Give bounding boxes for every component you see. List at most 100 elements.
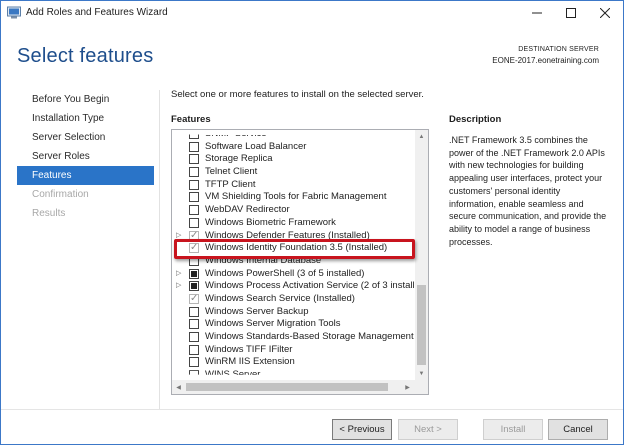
feature-row[interactable]: WebDAV Redirector — [172, 204, 416, 217]
feature-checkbox[interactable] — [189, 306, 199, 317]
feature-checkbox[interactable] — [189, 281, 199, 292]
feature-checkbox[interactable] — [189, 344, 199, 355]
feature-row[interactable]: Software Load Balancer — [172, 141, 416, 154]
feature-label: Windows Biometric Framework — [205, 216, 336, 228]
feature-label: Storage Replica — [205, 153, 273, 165]
feature-label: Windows Standards-Based Storage Manageme… — [205, 331, 414, 342]
feature-checkbox[interactable] — [189, 192, 199, 203]
feature-row[interactable]: ▷ Windows Process Activation Service (2 o… — [172, 280, 416, 293]
feature-row[interactable]: SNMP Service — [172, 130, 416, 141]
feature-row[interactable]: Windows Standards-Based Storage Manageme… — [172, 331, 416, 344]
feature-label: Telnet Client — [205, 166, 258, 178]
description-text: .NET Framework 3.5 combines the power of… — [449, 135, 607, 247]
feature-row[interactable]: Telnet Client — [172, 166, 416, 179]
feature-checkbox[interactable] — [189, 179, 199, 190]
maximize-button[interactable] — [554, 1, 588, 25]
feature-label: WINS Server — [205, 369, 261, 380]
features-tree-list[interactable]: SNMP Service Software Load Balancer Storag… — [171, 129, 429, 395]
feature-row[interactable]: WINS Server — [172, 369, 416, 380]
vertical-scroll-thumb[interactable] — [417, 285, 426, 365]
nav-item-features[interactable]: Features — [17, 166, 154, 185]
feature-row[interactable]: Windows Search Service (Installed) — [172, 293, 416, 306]
feature-label: WinRM IIS Extension — [205, 356, 295, 368]
close-button[interactable] — [588, 1, 622, 25]
features-heading: Features — [171, 114, 211, 125]
scroll-up-icon[interactable]: ▲ — [415, 130, 428, 143]
maximize-icon — [566, 8, 576, 18]
feature-checkbox[interactable] — [189, 141, 199, 152]
feature-label: Windows Process Activation Service (2 of… — [205, 280, 416, 292]
highlight-box — [174, 239, 415, 259]
scroll-left-icon[interactable]: ◀ — [172, 380, 185, 394]
feature-row[interactable]: Storage Replica — [172, 153, 416, 166]
feature-checkbox[interactable] — [189, 134, 199, 139]
feature-row[interactable]: Windows Server Migration Tools — [172, 318, 416, 331]
feature-checkbox[interactable] — [189, 319, 199, 330]
feature-label: TFTP Client — [205, 178, 256, 190]
feature-checkbox[interactable] — [189, 154, 199, 165]
feature-label: Software Load Balancer — [205, 140, 307, 152]
wizard-nav: Before You Begin Installation Type Serve… — [17, 90, 154, 223]
feature-row[interactable]: WinRM IIS Extension — [172, 356, 416, 369]
vertical-scrollbar[interactable]: ▲ ▼ — [415, 130, 428, 380]
feature-label: Windows TIFF IFilter — [205, 343, 293, 355]
window-title: Add Roles and Features Wizard — [26, 7, 168, 18]
minimize-icon — [532, 12, 542, 14]
nav-item-installation-type[interactable]: Installation Type — [17, 109, 154, 128]
feature-checkbox[interactable] — [189, 167, 199, 178]
feature-row[interactable]: Windows Biometric Framework — [172, 217, 416, 230]
feature-row[interactable]: VM Shielding Tools for Fabric Management — [172, 191, 416, 204]
nav-item-server-roles[interactable]: Server Roles — [17, 147, 154, 166]
scroll-down-icon[interactable]: ▼ — [415, 367, 428, 380]
nav-divider — [159, 90, 160, 410]
feature-checkbox[interactable] — [189, 268, 199, 279]
feature-row[interactable]: Windows TIFF IFilter — [172, 344, 416, 357]
feature-row[interactable]: TFTP Client — [172, 179, 416, 192]
next-button[interactable]: Next > — [398, 419, 458, 440]
feature-checkbox — [189, 293, 199, 304]
feature-checkbox[interactable] — [189, 217, 199, 228]
feature-row[interactable]: Windows Server Backup — [172, 306, 416, 319]
footer-divider — [1, 409, 623, 410]
feature-checkbox[interactable] — [189, 370, 199, 375]
nav-item-confirmation: Confirmation — [32, 189, 89, 200]
horizontal-scroll-thumb[interactable] — [186, 383, 388, 391]
feature-label: WebDAV Redirector — [205, 204, 290, 216]
feature-checkbox[interactable] — [189, 205, 199, 216]
feature-label: Windows PowerShell (3 of 5 installed) — [205, 267, 365, 279]
expand-arrow-icon[interactable]: ▷ — [176, 281, 184, 291]
feature-label: SNMP Service — [205, 130, 267, 139]
nav-item-before-you-begin[interactable]: Before You Begin — [17, 90, 154, 109]
instructions-text: Select one or more features to install o… — [171, 89, 424, 100]
nav-item-server-selection[interactable]: Server Selection — [17, 128, 154, 147]
description-heading: Description — [449, 114, 502, 125]
minimize-button[interactable] — [520, 1, 554, 25]
cancel-button[interactable]: Cancel — [548, 419, 608, 440]
wizard-window: Add Roles and Features Wizard Select fea… — [0, 0, 624, 445]
expand-arrow-icon[interactable]: ▷ — [176, 269, 184, 279]
feature-label: Windows Server Backup — [205, 305, 309, 317]
feature-label: VM Shielding Tools for Fabric Management — [205, 191, 387, 203]
install-button[interactable]: Install — [483, 419, 543, 440]
nav-item-results: Results — [32, 208, 66, 219]
feature-row[interactable]: ▷ Windows PowerShell (3 of 5 installed) — [172, 268, 416, 281]
feature-checkbox[interactable] — [189, 357, 199, 368]
feature-checkbox[interactable] — [189, 332, 199, 342]
previous-button[interactable]: < Previous — [332, 419, 392, 440]
title-bar: Add Roles and Features Wizard — [1, 1, 623, 25]
horizontal-scrollbar[interactable]: ◀ ▶ — [172, 380, 428, 394]
scroll-right-icon[interactable]: ▶ — [401, 380, 414, 394]
